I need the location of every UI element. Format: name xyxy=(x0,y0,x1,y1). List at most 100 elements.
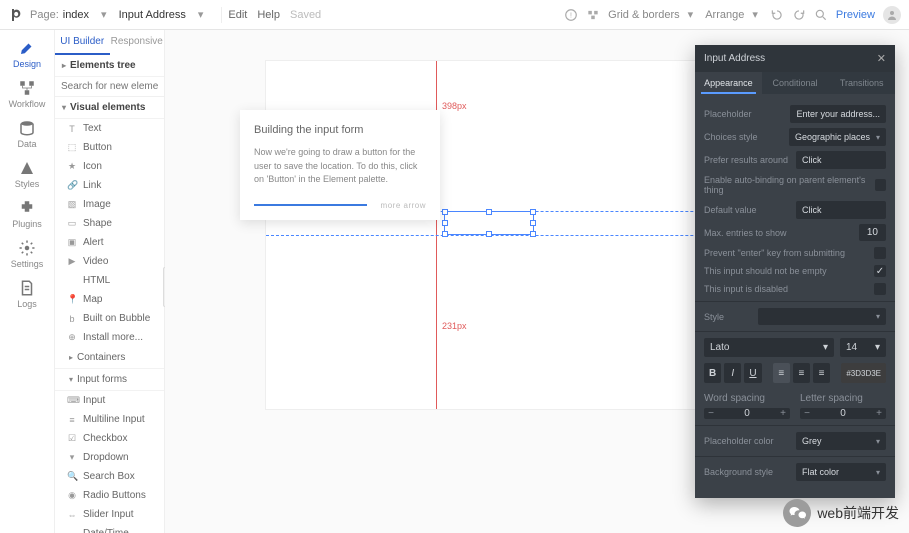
palette-visual-install-more-[interactable]: ⊕Install more... xyxy=(55,328,164,347)
palette-item-icon: 🔗 xyxy=(67,180,77,191)
palette-item-icon: b xyxy=(67,314,77,324)
prop-choices-style[interactable]: Geographic places▾ xyxy=(789,128,886,146)
arrange-menu[interactable]: Arrange xyxy=(705,9,744,21)
elements-tree-toggle[interactable]: ▸Elements tree xyxy=(55,55,164,77)
format-underline[interactable]: U xyxy=(744,363,761,383)
palette-item-icon: ⌨ xyxy=(67,395,77,406)
palette-item-icon: ▧ xyxy=(67,199,77,210)
palette-input-radio-buttons[interactable]: ◉Radio Buttons xyxy=(55,486,164,505)
checkbox-not-empty[interactable]: ✓ xyxy=(874,265,886,277)
palette-input-checkbox[interactable]: ☑Checkbox xyxy=(55,429,164,448)
section-visual-elements[interactable]: ▾Visual elements xyxy=(55,97,164,119)
prop-letter-spacing[interactable]: −0+ xyxy=(800,408,886,419)
element-selector[interactable]: Input Address xyxy=(119,9,186,21)
align-right[interactable]: ≡ xyxy=(813,363,830,383)
prop-text-color[interactable]: #3D3D3E xyxy=(841,363,886,383)
dimension-label-2: 231px xyxy=(442,321,467,331)
palette-visual-map[interactable]: 📍Map xyxy=(55,290,164,309)
prop-default-value[interactable]: Click xyxy=(796,201,886,219)
checkbox-prevent-enter[interactable] xyxy=(874,247,886,259)
arrange-caret[interactable]: ▾ xyxy=(752,8,758,21)
element-search-input[interactable] xyxy=(55,77,164,97)
element-dropdown-caret[interactable]: ▾ xyxy=(198,8,204,21)
palette-visual-shape[interactable]: ▭Shape xyxy=(55,214,164,233)
format-bold[interactable]: B xyxy=(704,363,721,383)
align-center[interactable]: ≡ xyxy=(793,363,810,383)
palette-visual-alert[interactable]: ▣Alert xyxy=(55,233,164,252)
prop-word-spacing[interactable]: −0+ xyxy=(704,408,790,419)
palette-visual-built-on-bubble[interactable]: b Built on Bubble xyxy=(55,309,164,328)
tutorial-more[interactable]: more arrow xyxy=(381,201,426,210)
wechat-icon xyxy=(783,499,811,527)
palette-input-input[interactable]: ⌨Input xyxy=(55,391,164,410)
prop-placeholder[interactable]: Enter your address... xyxy=(790,105,886,123)
inspector-tab-appearance[interactable]: Appearance xyxy=(695,72,762,94)
rail-styles[interactable]: Styles xyxy=(0,154,54,194)
inspector-title: Input Address xyxy=(704,53,765,64)
search-icon[interactable] xyxy=(814,8,828,22)
grid-borders-toggle[interactable]: Grid & borders xyxy=(608,9,680,21)
palette-visual-text[interactable]: TText xyxy=(55,119,164,138)
selected-element[interactable] xyxy=(444,211,534,235)
rail-logs[interactable]: Logs xyxy=(0,274,54,314)
issues-button[interactable]: ! xyxy=(564,8,578,22)
section-input-forms[interactable]: ▾Input forms xyxy=(55,369,164,391)
prop-prefer-results[interactable]: Click xyxy=(796,151,886,169)
palette-item-icon: ⊕ xyxy=(67,332,77,343)
rail-settings[interactable]: Settings xyxy=(0,234,54,274)
palette-item-label: Date/Time Picker xyxy=(83,528,158,533)
inspector-tab-conditional[interactable]: Conditional xyxy=(762,72,829,94)
checkbox-autobind[interactable] xyxy=(875,179,886,191)
prop-style[interactable]: ▾ xyxy=(758,308,886,325)
palette-item-label: Built on Bubble xyxy=(83,313,150,324)
tab-ui-builder[interactable]: UI Builder xyxy=(55,30,110,55)
grid-caret[interactable]: ▾ xyxy=(688,8,694,21)
element-tree-icon[interactable] xyxy=(586,8,600,22)
palette-input-search-box[interactable]: 🔍Search Box xyxy=(55,467,164,486)
format-italic[interactable]: I xyxy=(724,363,741,383)
account-avatar[interactable] xyxy=(883,6,901,24)
palette-visual-icon[interactable]: ★Icon xyxy=(55,157,164,176)
rail-workflow[interactable]: Workflow xyxy=(0,74,54,114)
page-dropdown-caret[interactable]: ▾ xyxy=(101,8,107,21)
prop-background-style[interactable]: Flat color▾ xyxy=(796,463,886,481)
element-palette: UI Builder Responsive ▸Elements tree ▾Vi… xyxy=(55,30,165,533)
palette-item-icon: ★ xyxy=(67,161,77,172)
prop-max-entries[interactable]: 10 xyxy=(859,224,886,241)
prop-font-family[interactable]: Lato▾ xyxy=(704,338,834,357)
nav-rail: Design Workflow Data Styles Plugins Sett… xyxy=(0,30,55,533)
help-menu[interactable]: Help xyxy=(257,9,280,21)
rail-plugins[interactable]: Plugins xyxy=(0,194,54,234)
prop-font-size[interactable]: 14▾ xyxy=(840,338,886,357)
tutorial-body: Now we're going to draw a button for the… xyxy=(254,146,426,187)
palette-item-label: Radio Buttons xyxy=(83,490,146,501)
section-containers[interactable]: ▸Containers xyxy=(55,347,164,369)
prop-placeholder-color[interactable]: Grey▾ xyxy=(796,432,886,450)
rail-data[interactable]: Data xyxy=(0,114,54,154)
palette-input-date-time-picker[interactable]: 🕓Date/Time Picker xyxy=(55,524,164,533)
palette-item-icon: ▭ xyxy=(67,218,77,229)
inspector-tab-transitions[interactable]: Transitions xyxy=(828,72,895,94)
property-inspector[interactable]: Input Address ✕ Appearance Conditional T… xyxy=(695,45,895,498)
bubble-logo-icon xyxy=(8,7,24,23)
tab-responsive[interactable]: Responsive xyxy=(110,30,165,55)
palette-visual-html[interactable]: HTML xyxy=(55,271,164,290)
palette-input-slider-input[interactable]: ⇔Slider Input xyxy=(55,505,164,524)
preview-button[interactable]: Preview xyxy=(836,9,875,21)
palette-visual-link[interactable]: 🔗Link xyxy=(55,176,164,195)
palette-item-icon: ▶ xyxy=(67,256,77,267)
palette-visual-button[interactable]: ⬚Button xyxy=(55,138,164,157)
redo-button[interactable] xyxy=(792,8,806,22)
edit-menu[interactable]: Edit xyxy=(228,9,247,21)
rail-design[interactable]: Design xyxy=(0,34,54,74)
palette-input-dropdown[interactable]: ▾Dropdown xyxy=(55,448,164,467)
checkbox-disabled[interactable] xyxy=(874,283,886,295)
page-selector[interactable]: index xyxy=(63,9,89,21)
palette-item-icon: ☑ xyxy=(67,433,77,444)
palette-visual-image[interactable]: ▧Image xyxy=(55,195,164,214)
align-left[interactable]: ≡ xyxy=(773,363,790,383)
palette-input-multiline-input[interactable]: ≡Multiline Input xyxy=(55,410,164,429)
inspector-close-icon[interactable]: ✕ xyxy=(877,52,886,65)
palette-visual-video[interactable]: ▶Video xyxy=(55,252,164,271)
undo-button[interactable] xyxy=(770,8,784,22)
